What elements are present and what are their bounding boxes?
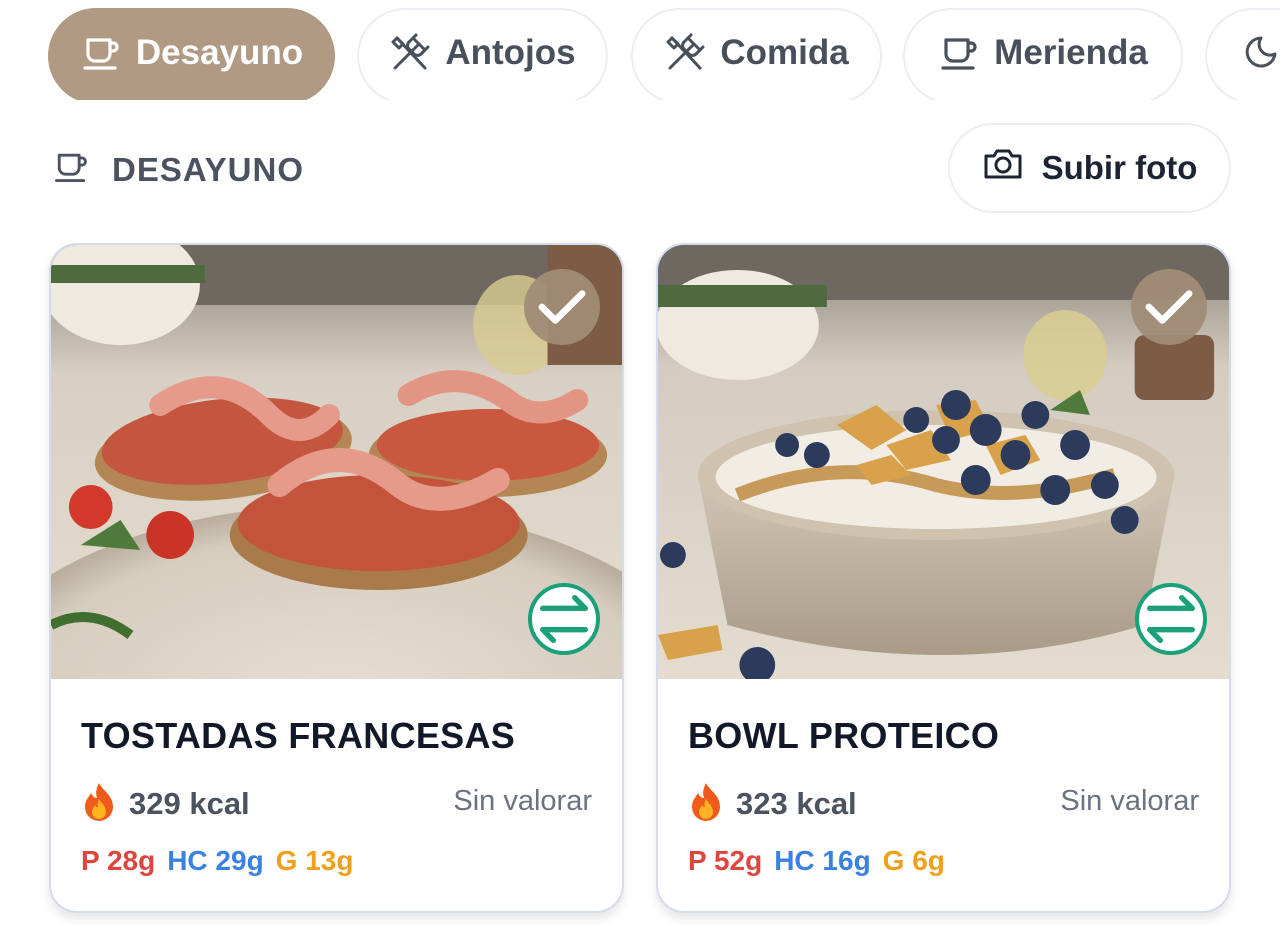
moon-icon xyxy=(1241,32,1280,74)
rating-status[interactable]: Sin valorar xyxy=(453,785,592,818)
calories: 323 kcal xyxy=(688,781,857,826)
macros: P 52g HC 16g G 6g xyxy=(688,845,945,877)
tab-label: Desayuno xyxy=(135,33,304,72)
upload-label: Subir foto xyxy=(1041,149,1198,186)
meal-title: TOSTADAS FRANCESAS xyxy=(81,715,516,756)
fire-icon xyxy=(688,781,724,826)
meal-title: BOWL PROTEICO xyxy=(688,715,1000,756)
utensils-icon xyxy=(389,32,431,74)
kcal-value: 323 kcal xyxy=(736,785,857,821)
utensils-icon xyxy=(664,32,706,74)
section-title: DESAYUNO xyxy=(112,150,304,188)
fat-value: G 6g xyxy=(882,845,945,876)
section-header: DESAYUNO xyxy=(52,148,304,191)
swap-icon[interactable] xyxy=(528,583,600,655)
meal-card[interactable]: TOSTADAS FRANCESAS 329 kcal Sin valorar … xyxy=(49,243,624,913)
cup-icon xyxy=(938,32,980,74)
calories: 329 kcal xyxy=(81,781,250,826)
cup-icon xyxy=(52,148,90,191)
rating-status[interactable]: Sin valorar xyxy=(1060,785,1199,818)
carbs-value: HC 16g xyxy=(774,845,871,876)
meal-photo-tostadas xyxy=(51,245,622,679)
tab-label: Comida xyxy=(720,33,849,72)
tab-label: Merienda xyxy=(994,33,1148,72)
cup-icon xyxy=(80,32,122,74)
meal-photo-bowl xyxy=(658,245,1229,679)
fat-value: G 13g xyxy=(275,845,354,876)
protein-value: P 28g xyxy=(81,845,156,876)
camera-icon xyxy=(982,146,1024,190)
tab-label: Antojos xyxy=(445,33,576,72)
check-icon[interactable] xyxy=(1131,269,1207,345)
tab-antojos[interactable]: Antojos xyxy=(357,8,608,100)
swap-icon[interactable] xyxy=(1135,583,1207,655)
tab-comida[interactable]: Comida xyxy=(631,8,882,100)
carbs-value: HC 29g xyxy=(167,845,264,876)
kcal-value: 329 kcal xyxy=(129,785,250,821)
meal-card[interactable]: BOWL PROTEICO 323 kcal Sin valorar P 52g… xyxy=(656,243,1231,913)
upload-photo-button[interactable]: Subir foto xyxy=(948,123,1231,213)
macros: P 28g HC 29g G 13g xyxy=(81,845,353,877)
tab-cena[interactable] xyxy=(1205,8,1280,100)
fire-icon xyxy=(81,781,117,826)
tab-desayuno[interactable]: Desayuno xyxy=(48,8,335,100)
tab-merienda[interactable]: Merienda xyxy=(903,8,1183,100)
protein-value: P 52g xyxy=(688,845,763,876)
meal-tabs: Desayuno Antojos Comida Merienda xyxy=(0,0,1280,100)
check-icon[interactable] xyxy=(524,269,600,345)
